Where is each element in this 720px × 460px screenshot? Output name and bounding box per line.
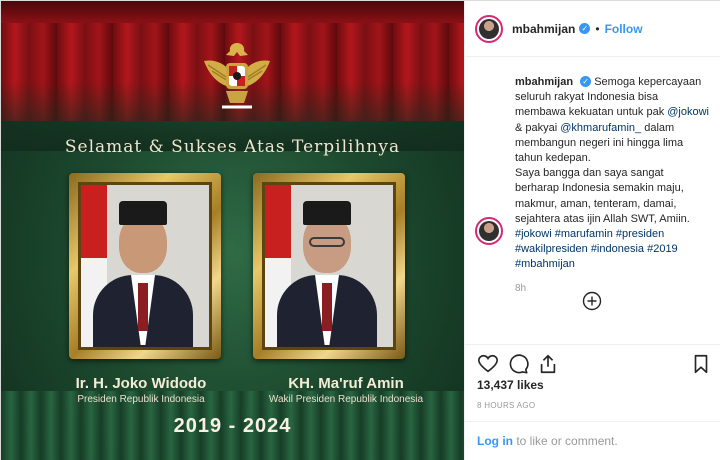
caption-avatar[interactable] [475, 217, 503, 245]
comment-icon[interactable] [507, 353, 529, 375]
login-prompt: Log in to like or comment. [465, 421, 720, 460]
curtain-valance [1, 1, 464, 23]
portrait-photo-right [262, 182, 396, 350]
share-icon[interactable] [537, 353, 559, 375]
right-role: Wakil Presiden Republik Indonesia [268, 394, 424, 405]
mention-link[interactable]: @jokowi [667, 106, 709, 118]
hashtags[interactable]: #jokowi #marufamin #presiden #wakilpresi… [515, 227, 709, 273]
post-frame: Selamat & Sukses Atas Terpilihnya Ir. H.… [0, 0, 720, 460]
portrait-photo-left [78, 182, 212, 350]
username[interactable]: mbahmijan [512, 22, 575, 36]
post-sidebar: mbahmijan ✓ • Follow mbahmijan ✓ Semoga … [464, 1, 720, 460]
like-count[interactable]: 13,437 likes [477, 378, 544, 392]
left-role: Presiden Republik Indonesia [77, 394, 205, 405]
login-suffix: to like or comment. [516, 434, 618, 448]
caption-username[interactable]: mbahmijan [515, 76, 573, 88]
separator-dot: • [595, 21, 600, 36]
garuda-emblem-icon [204, 43, 270, 109]
portrait-frame-right [253, 173, 405, 359]
bookmark-icon[interactable] [690, 353, 712, 375]
post-timestamp: 8 HOURS AGO [477, 401, 536, 410]
login-link[interactable]: Log in [477, 434, 513, 448]
right-name: KH. Ma'ruf Amin [288, 375, 404, 392]
portrait-frame-left [69, 173, 221, 359]
caption-text: & pakyai [515, 121, 558, 134]
caption-text: Saya bangga dan saya sangat berharap Ind… [515, 167, 690, 225]
left-name: Ir. H. Joko Widodo [75, 375, 207, 392]
caption-time: 8h [515, 282, 527, 294]
headline: Selamat & Sukses Atas Terpilihnya [64, 137, 401, 157]
term-years: 2019 - 2024 [173, 415, 292, 437]
verified-icon: ✓ [579, 23, 591, 34]
add-circle-icon[interactable] [582, 291, 602, 311]
heart-icon[interactable] [477, 353, 499, 375]
avatar[interactable] [475, 14, 503, 43]
follow-button[interactable]: Follow [605, 22, 643, 36]
post-image[interactable]: Selamat & Sukses Atas Terpilihnya Ir. H.… [1, 1, 464, 460]
mention-link[interactable]: @khmarufamin_ [560, 122, 641, 134]
verified-icon: ✓ [580, 76, 592, 87]
post-header: mbahmijan ✓ • Follow [465, 1, 720, 57]
